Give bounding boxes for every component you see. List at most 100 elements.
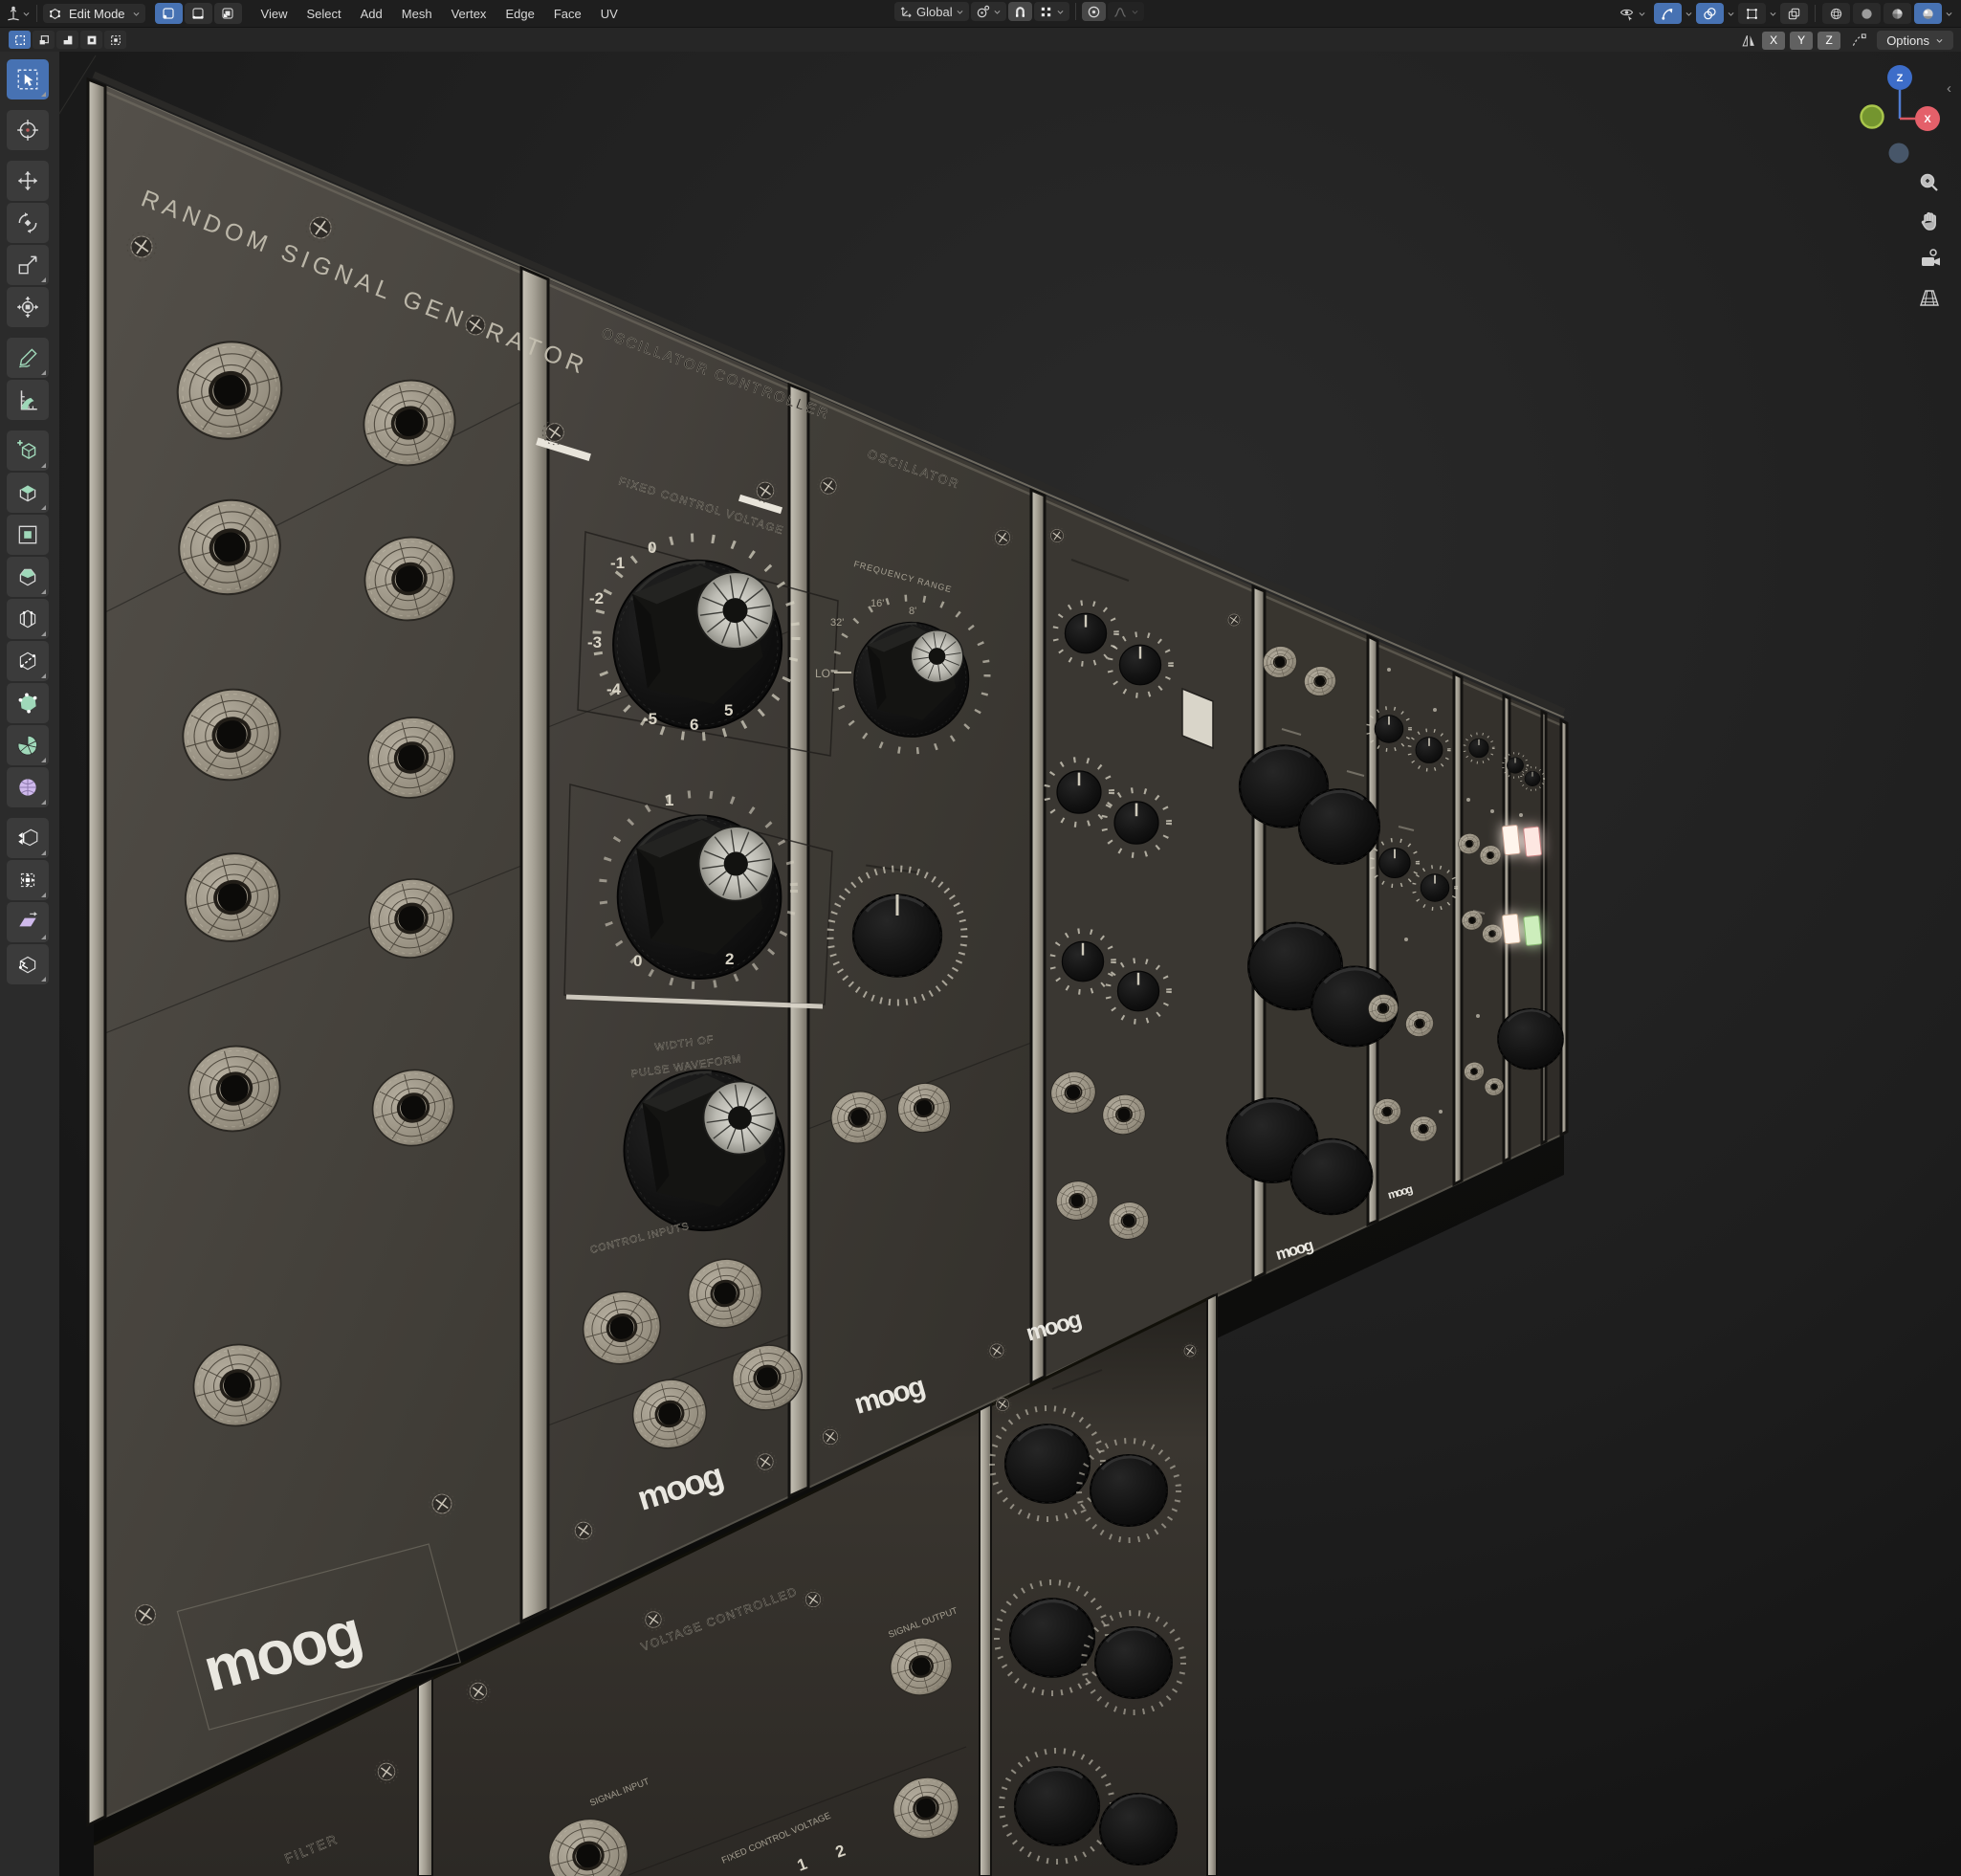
options-dropdown[interactable]: Options (1877, 31, 1953, 50)
pan-button[interactable] (1913, 207, 1946, 235)
mode-label: Edit Mode (65, 7, 129, 21)
mode-dropdown[interactable]: Edit Mode (43, 4, 145, 23)
menu-uv[interactable]: UV (591, 5, 628, 23)
pivot-point-icon (976, 5, 990, 19)
tool-select-box[interactable] (7, 59, 49, 99)
snap-toggle[interactable] (1008, 2, 1032, 21)
grid-icon (1917, 286, 1942, 309)
navigation-gizmo[interactable]: Z X (1844, 50, 1959, 174)
wireframe-sphere-icon (1829, 7, 1843, 21)
zoom-button[interactable] (1913, 168, 1946, 197)
gizmo-y-axis[interactable] (1862, 106, 1884, 128)
falloff-curve-icon (1113, 5, 1128, 19)
transform-orientation-dropdown[interactable]: Global (894, 2, 969, 21)
menu-select[interactable]: Select (297, 5, 351, 23)
material-sphere-icon (1890, 7, 1905, 21)
menu-face[interactable]: Face (544, 5, 591, 23)
select-mode-invert-button[interactable] (80, 31, 102, 49)
tool-measure[interactable] (7, 380, 49, 420)
tool-smooth[interactable] (7, 767, 49, 807)
chevron-down-icon (1638, 10, 1646, 18)
subtool-indicator (41, 850, 46, 855)
subtool-indicator (41, 758, 46, 762)
tool-shear[interactable] (7, 902, 49, 942)
select-extend-icon (37, 33, 51, 47)
tool-edge-slide[interactable] (7, 818, 49, 858)
tool-knife[interactable] (7, 641, 49, 681)
loop-cut-icon (15, 607, 40, 631)
select-mode-extend-button[interactable] (33, 31, 55, 49)
camera-view-button[interactable] (1913, 245, 1946, 274)
svg-text:-5: -5 (643, 710, 657, 728)
tool-poly-build[interactable] (7, 683, 49, 723)
viewport-3d[interactable]: RANDOM SIGNAL GENERATOR moog (0, 0, 1961, 1876)
chevron-down-icon[interactable] (1945, 10, 1953, 18)
snap-target-dropdown[interactable] (1034, 2, 1069, 21)
vertex-select-mode-button[interactable] (155, 3, 183, 24)
menu-edge[interactable]: Edge (496, 5, 543, 23)
edge-slide-icon (15, 826, 40, 850)
gizmos-toggle[interactable] (1654, 3, 1682, 24)
shading-group-button[interactable] (1780, 3, 1808, 24)
tool-rotate[interactable] (7, 203, 49, 243)
menu-add[interactable]: Add (351, 5, 392, 23)
select-mode-intersect-button[interactable] (104, 31, 126, 49)
shading-rendered-button[interactable] (1914, 3, 1942, 24)
tool-shrink-fatten[interactable] (7, 860, 49, 900)
tool-add-cube[interactable] (7, 430, 49, 471)
gizmo-negative-axis[interactable] (1889, 143, 1909, 164)
proportional-falloff-dropdown[interactable] (1108, 2, 1144, 21)
select-mode-set-button[interactable] (9, 31, 31, 49)
overlays-toggle[interactable] (1696, 3, 1724, 24)
menu-vertex[interactable]: Vertex (442, 5, 496, 23)
mirror-x-button[interactable]: X (1762, 32, 1785, 50)
proportional-editing-toggle[interactable] (1082, 2, 1106, 21)
xray-icon (1745, 7, 1759, 21)
chevron-down-icon (956, 8, 964, 16)
menu-view[interactable]: View (252, 5, 297, 23)
sidebar-collapse-arrow[interactable]: ‹ (1947, 80, 1951, 97)
tool-spin[interactable] (7, 725, 49, 765)
options-label: Options (1886, 33, 1929, 48)
tool-extrude-region[interactable] (7, 473, 49, 513)
tool-scale[interactable] (7, 245, 49, 285)
grid-perspective-button[interactable] (1913, 283, 1946, 312)
chevron-down-icon (1056, 8, 1065, 16)
zoom-icon (1918, 171, 1941, 194)
tool-transform[interactable] (7, 287, 49, 327)
shading-solid-button[interactable] (1853, 3, 1881, 24)
chevron-down-icon (22, 10, 31, 18)
shading-wireframe-button[interactable] (1822, 3, 1850, 24)
mirror-y-button[interactable]: Y (1790, 32, 1813, 50)
pivot-point-dropdown[interactable] (971, 2, 1006, 21)
snap-base-icon[interactable] (1849, 32, 1868, 49)
menu-mesh[interactable]: Mesh (392, 5, 442, 23)
svg-text:-2: -2 (589, 589, 604, 607)
visibility-dropdown[interactable] (1614, 4, 1651, 23)
tool-inset-faces[interactable] (7, 515, 49, 555)
select-set-icon (13, 33, 27, 47)
edge-select-mode-button[interactable] (185, 3, 212, 24)
svg-text:16': 16' (870, 598, 884, 609)
tool-annotate[interactable] (7, 338, 49, 378)
mirror-z-button[interactable]: Z (1818, 32, 1840, 50)
editor-type-button[interactable] (5, 5, 31, 22)
face-select-mode-button[interactable] (214, 3, 242, 24)
chevron-down-icon (1935, 36, 1944, 45)
tool-bevel[interactable] (7, 557, 49, 597)
chevron-down-icon[interactable] (1685, 10, 1693, 18)
smooth-icon (15, 775, 40, 800)
viewport-header: Edit Mode (0, 0, 1961, 28)
mirror-icon[interactable] (1740, 33, 1757, 49)
xray-toggle[interactable] (1738, 3, 1766, 24)
subtool-indicator (41, 977, 46, 982)
select-mode-subtract-button[interactable] (56, 31, 78, 49)
chevron-down-icon[interactable] (1769, 10, 1777, 18)
transform-icon (15, 295, 40, 320)
chevron-down-icon[interactable] (1727, 10, 1735, 18)
tool-cursor[interactable] (7, 110, 49, 150)
tool-loop-cut[interactable] (7, 599, 49, 639)
tool-rip-region[interactable] (7, 944, 49, 984)
tool-move[interactable] (7, 161, 49, 201)
shading-material-button[interactable] (1884, 3, 1911, 24)
